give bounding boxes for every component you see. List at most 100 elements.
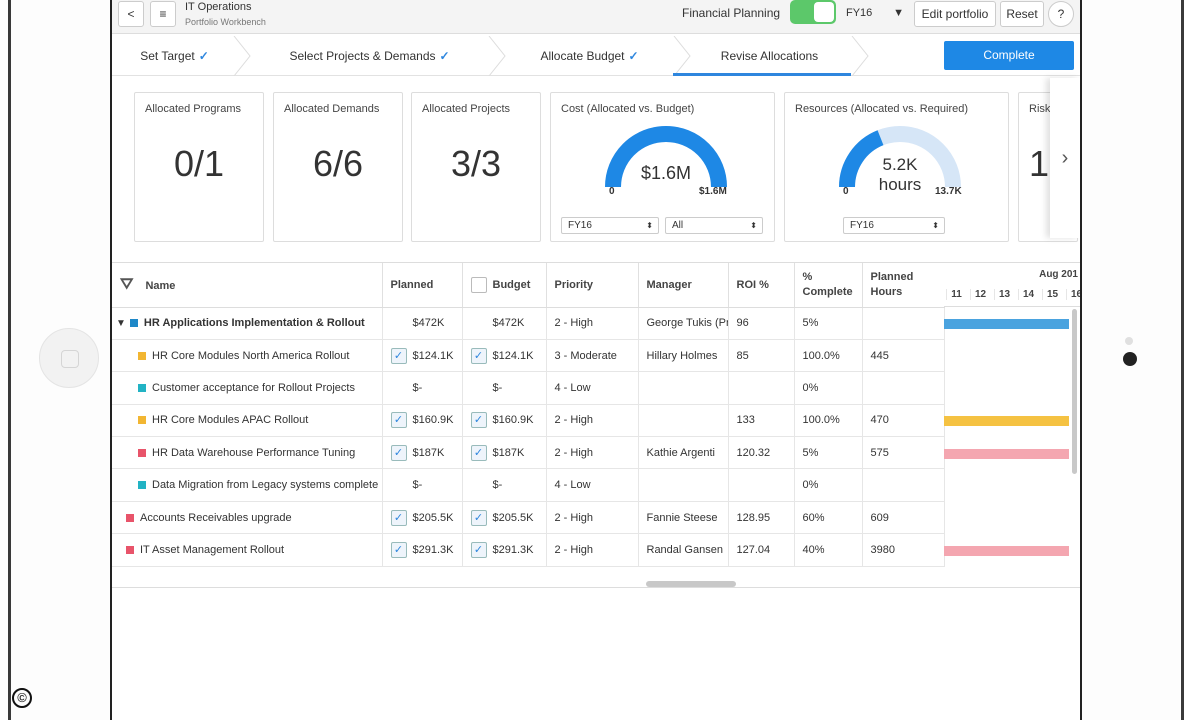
- home-button[interactable]: [39, 328, 99, 388]
- cell-roi[interactable]: [728, 371, 795, 405]
- cell-manager[interactable]: Kathie Argenti: [638, 436, 729, 470]
- cell-roi[interactable]: 85: [728, 339, 795, 373]
- chevron-down-icon[interactable]: ▼: [116, 318, 126, 329]
- cell-priority[interactable]: 4 - Low: [546, 371, 639, 405]
- gantt-bar[interactable]: [944, 319, 1069, 329]
- vertical-scrollbar[interactable]: [1072, 309, 1077, 474]
- budget-checkbox[interactable]: ✓: [470, 347, 487, 364]
- table-row[interactable]: HR Core Modules APAC Rollout ✓ $160.9K ✓ $16…: [112, 404, 945, 438]
- cell-planned-hours[interactable]: 445: [862, 339, 945, 373]
- planned-checkbox[interactable]: ✓: [390, 541, 407, 558]
- cell-planned-hours[interactable]: [862, 468, 945, 502]
- chevron-right-icon[interactable]: ›: [1050, 78, 1080, 238]
- kpi-card-resources[interactable]: Resources (Allocated vs. Required) 5.2K …: [784, 92, 1009, 242]
- step-allocate-budget[interactable]: Allocate Budget ✓: [507, 36, 672, 76]
- cell-name[interactable]: HR Core Modules North America Rollout: [112, 339, 383, 373]
- col-name[interactable]: ⛛ Name: [112, 263, 383, 308]
- cell-priority[interactable]: 2 - High: [546, 501, 639, 535]
- cell-manager[interactable]: George Tukis (Pro: [638, 307, 729, 340]
- cell-manager[interactable]: [638, 371, 729, 405]
- cell-name[interactable]: IT Asset Management Rollout: [112, 533, 383, 567]
- cell-priority[interactable]: 2 - High: [546, 436, 639, 470]
- cell-budget[interactable]: ✓ $205.5K: [462, 501, 547, 535]
- cell-planned[interactable]: ✓ $124.1K: [382, 339, 463, 373]
- cell-roi[interactable]: 133: [728, 404, 795, 438]
- cell-planned-hours[interactable]: 470: [862, 404, 945, 438]
- list-menu-button[interactable]: ≡: [150, 1, 176, 27]
- col-complete[interactable]: % Complete: [794, 263, 863, 308]
- cell-budget[interactable]: ✓ $291.3K: [462, 533, 547, 567]
- cell-priority[interactable]: 4 - Low: [546, 468, 639, 502]
- cell-priority[interactable]: 2 - High: [546, 307, 639, 340]
- cell-name[interactable]: Accounts Receivables upgrade: [112, 501, 383, 535]
- cell-priority[interactable]: 2 - High: [546, 404, 639, 438]
- col-planned-hours[interactable]: Planned Hours: [862, 263, 945, 308]
- gantt-bar[interactable]: [944, 545, 1069, 556]
- gantt-bar[interactable]: [944, 448, 1069, 459]
- cost-scope-select[interactable]: All ⬍: [665, 217, 763, 234]
- cell-planned-hours[interactable]: 3980: [862, 533, 945, 567]
- kpi-card-projects[interactable]: Allocated Projects 3/3: [411, 92, 541, 242]
- cell-complete[interactable]: 40%: [794, 533, 863, 567]
- budget-checkbox[interactable]: ✓: [470, 541, 487, 558]
- table-row[interactable]: Data Migration from Legacy systems compl…: [112, 468, 945, 502]
- cell-planned-hours[interactable]: 575: [862, 436, 945, 470]
- table-row[interactable]: Customer acceptance for Rollout Projects…: [112, 371, 945, 405]
- cost-year-select[interactable]: FY16 ⬍: [561, 217, 659, 234]
- table-group-row[interactable]: ▼ HR Applications Implementation & Rollou…: [112, 307, 945, 340]
- cell-planned[interactable]: $-: [382, 371, 463, 405]
- select-all-checkbox[interactable]: [470, 276, 487, 293]
- table-row[interactable]: HR Core Modules North America Rollout ✓ $1…: [112, 339, 945, 373]
- cell-budget[interactable]: ✓ $187K: [462, 436, 547, 470]
- cell-complete[interactable]: 0%: [794, 371, 863, 405]
- table-row[interactable]: Accounts Receivables upgrade ✓ $205.5K ✓ $20…: [112, 501, 945, 535]
- budget-checkbox[interactable]: ✓: [470, 412, 487, 429]
- complete-button[interactable]: Complete: [944, 41, 1074, 70]
- cell-budget[interactable]: $472K: [462, 307, 547, 340]
- gantt-bar[interactable]: [944, 416, 1069, 427]
- cell-roi[interactable]: 96: [728, 307, 795, 340]
- cell-budget[interactable]: $-: [462, 468, 547, 502]
- step-select-projects[interactable]: Select Projects & Demands ✓: [252, 36, 487, 76]
- back-button[interactable]: <: [118, 1, 144, 27]
- help-button[interactable]: ?: [1048, 1, 1074, 27]
- cell-name[interactable]: HR Data Warehouse Performance Tuning: [112, 436, 383, 470]
- cell-planned[interactable]: $472K: [382, 307, 463, 340]
- cell-planned[interactable]: $-: [382, 468, 463, 502]
- col-roi[interactable]: ROI %: [728, 263, 795, 308]
- budget-checkbox[interactable]: ✓: [470, 509, 487, 526]
- cell-roi[interactable]: 128.95: [728, 501, 795, 535]
- cell-roi[interactable]: [728, 468, 795, 502]
- edit-portfolio-button[interactable]: Edit portfolio: [914, 1, 996, 27]
- cell-planned[interactable]: ✓ $205.5K: [382, 501, 463, 535]
- cell-complete[interactable]: 5%: [794, 307, 863, 340]
- kpi-card-cost[interactable]: Cost (Allocated vs. Budget) $1.6M 0 $1.6…: [550, 92, 775, 242]
- cell-budget[interactable]: ✓ $124.1K: [462, 339, 547, 373]
- planned-checkbox[interactable]: ✓: [390, 444, 407, 461]
- planned-checkbox[interactable]: ✓: [390, 509, 407, 526]
- financial-planning-toggle[interactable]: [790, 0, 836, 24]
- filter-icon[interactable]: ⛛: [120, 276, 133, 293]
- budget-checkbox[interactable]: ✓: [470, 444, 487, 461]
- cell-planned[interactable]: ✓ $160.9K: [382, 404, 463, 438]
- fiscal-year-select[interactable]: FY16 ▼: [842, 1, 910, 27]
- cell-planned-hours[interactable]: [862, 371, 945, 405]
- cell-name[interactable]: HR Core Modules APAC Rollout: [112, 404, 383, 438]
- cell-manager[interactable]: [638, 404, 729, 438]
- table-row[interactable]: HR Data Warehouse Performance Tuning ✓ $18…: [112, 436, 945, 470]
- cell-priority[interactable]: 3 - Moderate: [546, 339, 639, 373]
- cell-planned-hours[interactable]: [862, 307, 945, 340]
- planned-checkbox[interactable]: ✓: [390, 347, 407, 364]
- table-row[interactable]: IT Asset Management Rollout ✓ $291.3K ✓ $291…: [112, 533, 945, 567]
- cell-roi[interactable]: 127.04: [728, 533, 795, 567]
- cell-planned[interactable]: ✓ $187K: [382, 436, 463, 470]
- cell-name[interactable]: Data Migration from Legacy systems compl…: [112, 468, 383, 502]
- resources-year-select[interactable]: FY16 ⬍: [843, 217, 945, 234]
- planned-checkbox[interactable]: ✓: [390, 412, 407, 429]
- cell-name[interactable]: Customer acceptance for Rollout Projects: [112, 371, 383, 405]
- cell-manager[interactable]: Hillary Holmes: [638, 339, 729, 373]
- col-budget[interactable]: Budget: [462, 263, 547, 308]
- kpi-card-programs[interactable]: Allocated Programs 0/1: [134, 92, 264, 242]
- step-set-target[interactable]: Set Target ✓: [112, 36, 237, 76]
- step-revise-allocations[interactable]: Revise Allocations: [687, 36, 852, 76]
